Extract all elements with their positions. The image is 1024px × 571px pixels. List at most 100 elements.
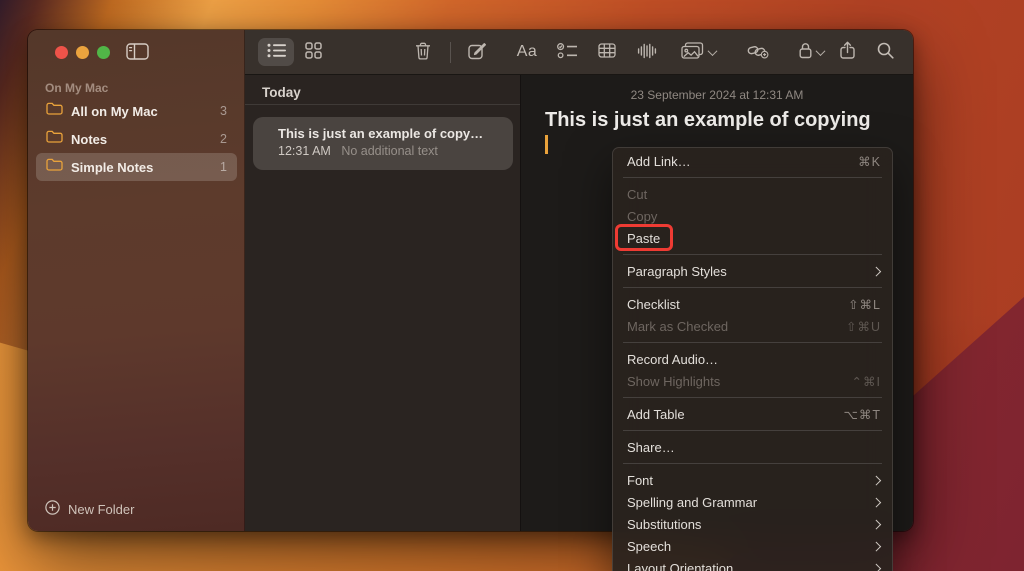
menu-item-label: Substitutions <box>627 517 701 532</box>
menu-item-shortcut: ⌥⌘T <box>843 407 881 422</box>
folder-icon <box>46 130 63 148</box>
note-count-badge: 3 <box>220 104 227 118</box>
menu-item-add-link[interactable]: Add Link… ⌘K <box>613 150 892 172</box>
submenu-chevron-icon <box>871 541 880 550</box>
menu-item-label: Cut <box>627 187 647 202</box>
menu-separator <box>623 254 882 255</box>
sidebar-section-header: On My Mac <box>45 81 108 95</box>
compose-icon <box>468 42 487 63</box>
folder-label: Notes <box>71 132 212 147</box>
menu-separator <box>623 342 882 343</box>
menu-item-add-table[interactable]: Add Table ⌥⌘T <box>613 403 892 425</box>
menu-item-shortcut: ⇧⌘L <box>848 297 881 312</box>
gallery-view-icon <box>305 42 322 62</box>
lock-icon <box>799 42 812 62</box>
menu-item-label: Speech <box>627 539 671 554</box>
toolbar-divider <box>450 42 451 63</box>
format-text-button[interactable]: Aa <box>509 38 545 66</box>
note-count-badge: 2 <box>220 132 227 146</box>
text-cursor <box>545 135 548 154</box>
gallery-view-button[interactable] <box>295 38 331 66</box>
menu-item-checklist[interactable]: Checklist ⇧⌘L <box>613 293 892 315</box>
lock-button[interactable] <box>787 38 835 66</box>
note-title: This is just an example of copy… <box>278 126 501 141</box>
menu-item-label: Record Audio… <box>627 352 718 367</box>
plus-circle-icon <box>45 500 60 518</box>
share-button[interactable] <box>829 38 865 66</box>
menu-item-label: Layout Orientation <box>627 561 733 571</box>
sidebar: On My Mac All on My Mac 3 Notes 2 <box>28 30 245 531</box>
media-icon <box>681 42 704 62</box>
submenu-chevron-icon <box>871 475 880 484</box>
note-count-badge: 1 <box>220 160 227 174</box>
menu-item-label: Checklist <box>627 297 680 312</box>
menu-item-label: Mark as Checked <box>627 319 728 334</box>
note-list-item[interactable]: This is just an example of copy… 12:31 A… <box>253 117 513 170</box>
minimize-button[interactable] <box>76 46 89 59</box>
menu-item-layout-orientation[interactable]: Layout Orientation <box>613 557 892 571</box>
menu-separator <box>623 177 882 178</box>
menu-item-label: Paste <box>627 231 660 246</box>
menu-item-font[interactable]: Font <box>613 469 892 491</box>
menu-item-label: Spelling and Grammar <box>627 495 757 510</box>
waveform-icon <box>637 43 657 62</box>
menu-item-shortcut: ⇧⌘U <box>846 319 881 334</box>
sidebar-toggle-icon <box>126 43 149 63</box>
search-button[interactable] <box>867 38 903 66</box>
checklist-button[interactable] <box>549 38 585 66</box>
menu-item-label: Show Highlights <box>627 374 720 389</box>
delete-note-button[interactable] <box>405 38 441 66</box>
add-link-button[interactable] <box>740 38 776 66</box>
chevron-down-icon <box>707 46 717 56</box>
menu-item-shortcut: ⌃⌘I <box>852 374 881 389</box>
menu-item-spelling-and-grammar[interactable]: Spelling and Grammar <box>613 491 892 513</box>
search-icon <box>877 42 894 62</box>
menu-item-mark-as-checked: Mark as Checked ⇧⌘U <box>613 315 892 337</box>
menu-item-cut: Cut <box>613 183 892 205</box>
format-text-icon: Aa <box>517 43 538 61</box>
zoom-button[interactable] <box>97 46 110 59</box>
folder-icon <box>46 158 63 176</box>
folder-icon <box>46 102 63 120</box>
menu-separator <box>623 287 882 288</box>
table-button[interactable] <box>589 38 625 66</box>
menu-item-substitutions[interactable]: Substitutions <box>613 513 892 535</box>
menu-item-paste[interactable]: Paste <box>613 227 892 249</box>
folder-label: All on My Mac <box>71 104 212 119</box>
desktop: On My Mac All on My Mac 3 Notes 2 <box>0 0 1024 571</box>
menu-item-speech[interactable]: Speech <box>613 535 892 557</box>
menu-item-label: Share… <box>627 440 675 455</box>
submenu-chevron-icon <box>871 563 880 571</box>
menu-separator <box>623 397 882 398</box>
sidebar-item-notes[interactable]: Notes 2 <box>36 125 237 153</box>
list-view-button[interactable] <box>258 38 294 66</box>
menu-item-label: Copy <box>627 209 657 224</box>
sidebar-item-simple-notes[interactable]: Simple Notes 1 <box>36 153 237 181</box>
menu-item-record-audio[interactable]: Record Audio… <box>613 348 892 370</box>
sidebar-item-all-on-my-mac[interactable]: All on My Mac 3 <box>36 97 237 125</box>
new-note-button[interactable] <box>459 38 495 66</box>
new-folder-label: New Folder <box>68 502 134 517</box>
menu-item-label: Add Table <box>627 407 685 422</box>
menu-item-share[interactable]: Share… <box>613 436 892 458</box>
close-button[interactable] <box>55 46 68 59</box>
window-controls <box>55 46 110 59</box>
list-view-icon <box>267 43 286 61</box>
toolbar: Aa <box>245 30 913 75</box>
trash-icon <box>415 42 431 63</box>
menu-item-show-highlights: Show Highlights ⌃⌘I <box>613 370 892 392</box>
notes-group-divider <box>245 104 520 105</box>
new-folder-button[interactable]: New Folder <box>45 500 134 518</box>
audio-graph-button[interactable] <box>629 38 665 66</box>
folder-label: Simple Notes <box>71 160 212 175</box>
link-icon <box>747 43 769 62</box>
checklist-icon <box>557 43 578 62</box>
context-menu: Add Link… ⌘K Cut Copy Paste Paragraph St… <box>612 147 893 571</box>
media-button[interactable] <box>670 38 726 66</box>
notes-group-header: Today <box>262 85 301 100</box>
submenu-chevron-icon <box>871 266 880 275</box>
menu-item-paragraph-styles[interactable]: Paragraph Styles <box>613 260 892 282</box>
toggle-sidebar-button[interactable] <box>120 40 154 66</box>
table-icon <box>598 43 616 61</box>
note-time: 12:31 AM <box>278 144 331 158</box>
